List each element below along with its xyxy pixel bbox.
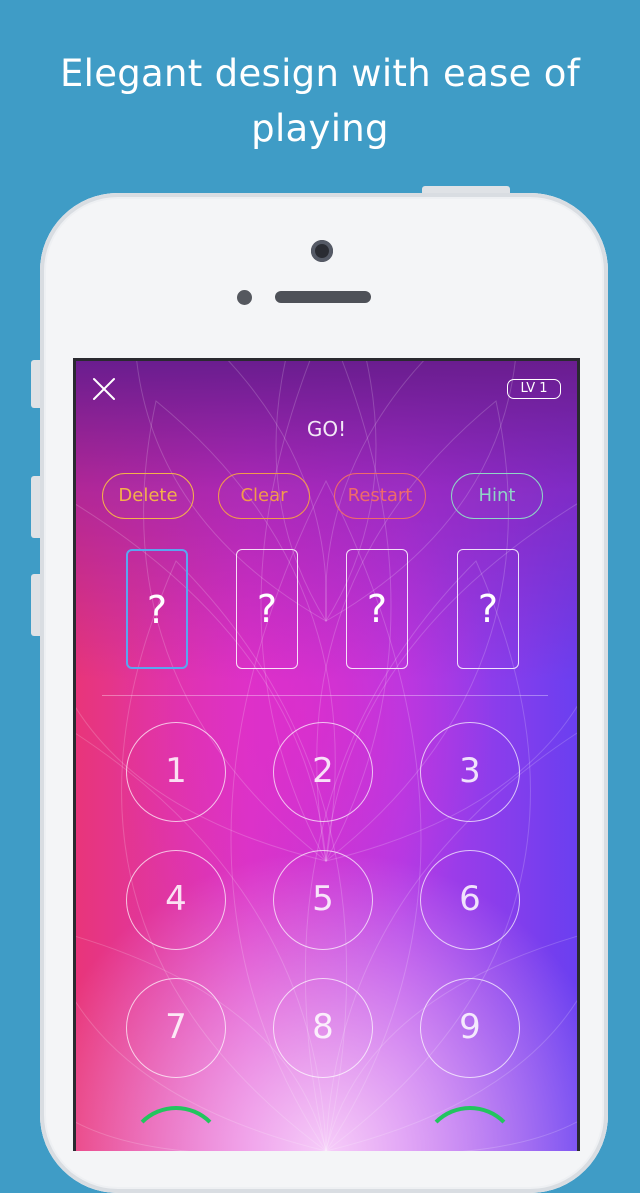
answer-slot-2[interactable]: ? — [236, 549, 298, 669]
game-status: GO! — [306, 417, 347, 441]
keypad-button-2[interactable]: 2 — [273, 722, 373, 822]
headline-line-2: playing — [251, 107, 389, 150]
restart-button[interactable]: Restart — [334, 473, 426, 519]
promo-headline: Elegant design with ease of playing — [0, 46, 640, 156]
hint-button[interactable]: Hint — [451, 473, 543, 519]
delete-button[interactable]: Delete — [102, 473, 194, 519]
front-camera — [311, 240, 333, 262]
keypad-button-1[interactable]: 1 — [126, 722, 226, 822]
level-badge: LV 1 — [507, 379, 561, 399]
earpiece-speaker — [275, 291, 371, 303]
close-button[interactable] — [90, 375, 118, 403]
clear-button[interactable]: Clear — [218, 473, 310, 519]
answer-slot-3[interactable]: ? — [346, 549, 408, 669]
keypad-divider — [102, 695, 548, 696]
keypad-button-3[interactable]: 3 — [420, 722, 520, 822]
game-screen: LV 1 GO! Delete Clear Restart Hint ? ? ?… — [73, 358, 580, 1151]
keypad-button-9[interactable]: 9 — [420, 978, 520, 1078]
answer-slot-4[interactable]: ? — [457, 549, 519, 669]
answer-slot-1[interactable]: ? — [126, 549, 188, 669]
proximity-sensor — [237, 290, 252, 305]
keypad-button-4[interactable]: 4 — [126, 850, 226, 950]
keypad-button-8[interactable]: 8 — [273, 978, 373, 1078]
keypad-button-5[interactable]: 5 — [273, 850, 373, 950]
headline-line-1: Elegant design with ease of — [59, 52, 581, 95]
close-icon — [93, 378, 115, 400]
keypad-button-7[interactable]: 7 — [126, 978, 226, 1078]
keypad-button-6[interactable]: 6 — [420, 850, 520, 950]
